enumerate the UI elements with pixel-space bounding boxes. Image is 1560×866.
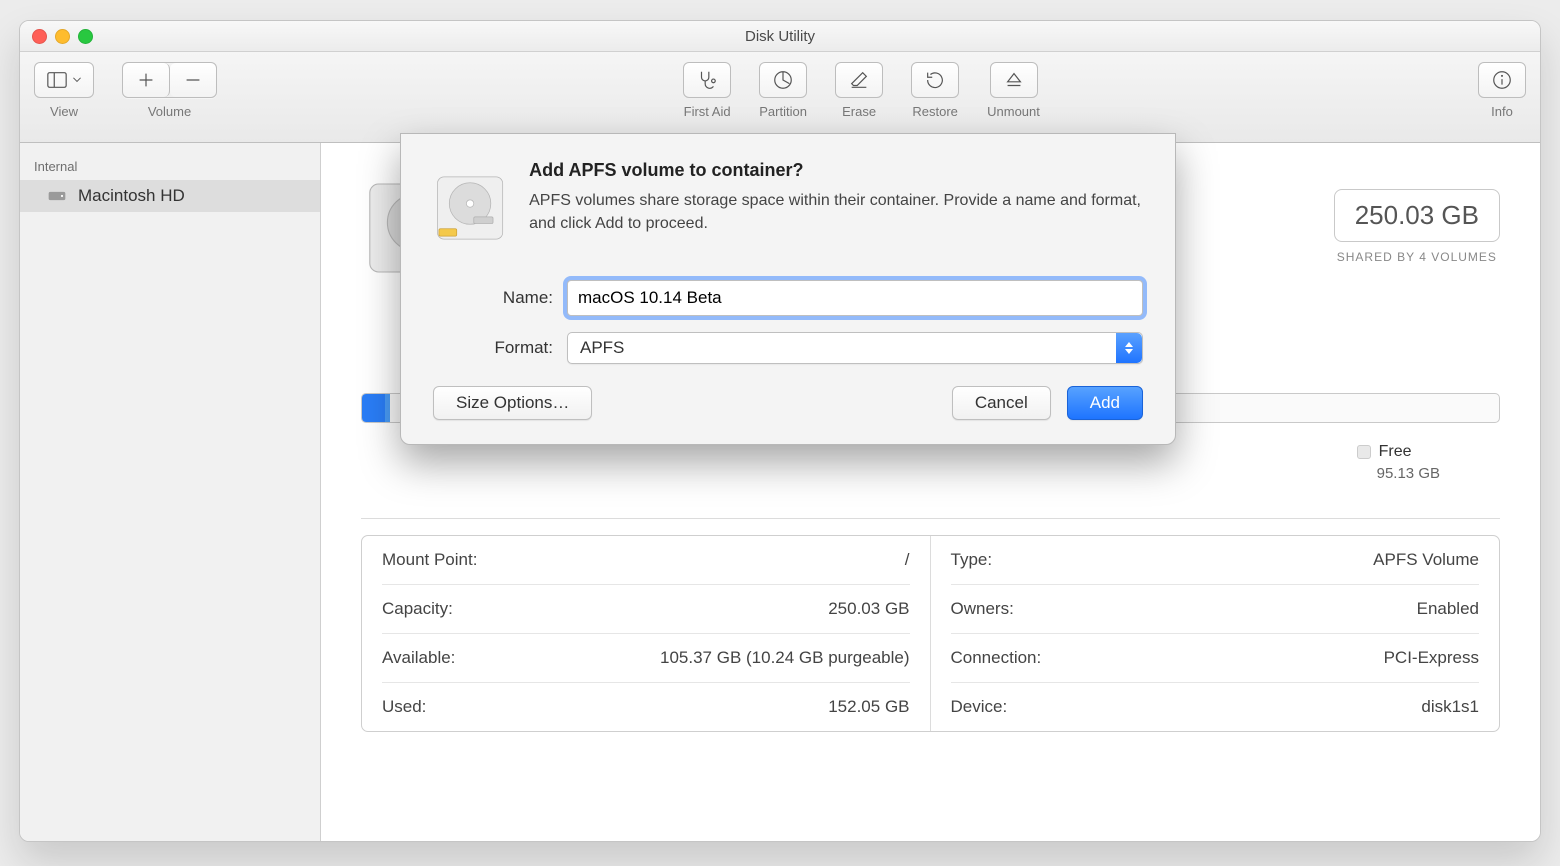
partition-button[interactable] bbox=[759, 62, 807, 98]
minus-icon bbox=[182, 69, 204, 91]
add-volume-sheet: Add APFS volume to container? APFS volum… bbox=[400, 133, 1176, 445]
unmount-button[interactable] bbox=[990, 62, 1038, 98]
size-options-button[interactable]: Size Options… bbox=[433, 386, 592, 420]
detail-row: Mount Point:/ bbox=[382, 536, 910, 585]
window-title: Disk Utility bbox=[20, 28, 1540, 45]
first-aid-button[interactable] bbox=[683, 62, 731, 98]
detail-row: Device:disk1s1 bbox=[951, 683, 1480, 731]
erase-button[interactable] bbox=[835, 62, 883, 98]
view-button[interactable] bbox=[34, 62, 94, 98]
restore-icon bbox=[924, 69, 946, 91]
legend-label-free: Free bbox=[1379, 443, 1412, 461]
add-volume-button[interactable] bbox=[123, 63, 170, 97]
detail-row: Connection:PCI-Express bbox=[951, 634, 1480, 683]
erase-label: Erase bbox=[842, 104, 876, 119]
usage-legend: Free 95.13 GB bbox=[361, 443, 1500, 482]
sheet-description: APFS volumes share storage space within … bbox=[529, 189, 1143, 235]
sidebar-item-label: Macintosh HD bbox=[78, 186, 185, 206]
stethoscope-icon bbox=[696, 69, 718, 91]
name-label: Name: bbox=[433, 288, 553, 308]
hard-drive-hero-icon bbox=[433, 160, 507, 256]
plus-icon bbox=[135, 69, 157, 91]
restore-button[interactable] bbox=[911, 62, 959, 98]
sidebar: Internal Macintosh HD bbox=[20, 143, 321, 842]
sidebar-toggle-icon bbox=[46, 69, 68, 91]
capacity-subtitle: SHARED BY 4 VOLUMES bbox=[1334, 250, 1500, 264]
hard-drive-icon bbox=[46, 186, 68, 206]
partition-label: Partition bbox=[759, 104, 807, 119]
detail-row: Type:APFS Volume bbox=[951, 536, 1480, 585]
usage-segment-other bbox=[385, 394, 391, 422]
app-window: Disk Utility View Volume First Aid bbox=[19, 20, 1541, 842]
legend-item-free: Free 95.13 GB bbox=[1357, 443, 1440, 482]
cancel-button[interactable]: Cancel bbox=[952, 386, 1051, 420]
updown-caret-icon bbox=[1116, 333, 1142, 363]
zoom-window-button[interactable] bbox=[78, 29, 93, 44]
close-window-button[interactable] bbox=[32, 29, 47, 44]
titlebar: Disk Utility bbox=[20, 21, 1540, 52]
format-label: Format: bbox=[433, 338, 553, 358]
sheet-title: Add APFS volume to container? bbox=[529, 160, 1143, 181]
toolbar: View Volume First Aid Partition Erase bbox=[20, 52, 1540, 143]
volume-name-input[interactable] bbox=[567, 280, 1143, 316]
sidebar-item-macintosh-hd[interactable]: Macintosh HD bbox=[20, 180, 320, 212]
info-icon bbox=[1491, 69, 1513, 91]
format-select[interactable]: APFS bbox=[567, 332, 1143, 364]
detail-grid: Mount Point:/ Capacity:250.03 GB Availab… bbox=[361, 535, 1500, 732]
detail-row: Owners:Enabled bbox=[951, 585, 1480, 634]
separator bbox=[361, 518, 1500, 519]
eraser-icon bbox=[848, 69, 870, 91]
restore-label: Restore bbox=[912, 104, 958, 119]
add-button[interactable]: Add bbox=[1067, 386, 1143, 420]
usage-segment-used bbox=[362, 394, 385, 422]
detail-row: Used:152.05 GB bbox=[382, 683, 910, 731]
sidebar-section-internal: Internal bbox=[20, 153, 320, 180]
legend-swatch-free bbox=[1357, 445, 1371, 459]
capacity-box: 250.03 GB SHARED BY 4 VOLUMES bbox=[1334, 189, 1500, 264]
detail-row: Available:105.37 GB (10.24 GB purgeable) bbox=[382, 634, 910, 683]
eject-icon bbox=[1003, 69, 1025, 91]
view-label: View bbox=[50, 104, 78, 119]
first-aid-label: First Aid bbox=[684, 104, 731, 119]
unmount-label: Unmount bbox=[987, 104, 1040, 119]
pie-icon bbox=[772, 69, 794, 91]
detail-row: Capacity:250.03 GB bbox=[382, 585, 910, 634]
minimize-window-button[interactable] bbox=[55, 29, 70, 44]
volume-segment bbox=[122, 62, 217, 98]
legend-value-free: 95.13 GB bbox=[1377, 465, 1440, 482]
info-button[interactable] bbox=[1478, 62, 1526, 98]
remove-volume-button[interactable] bbox=[170, 63, 216, 97]
info-label: Info bbox=[1491, 104, 1513, 119]
chevron-down-icon bbox=[72, 75, 82, 85]
capacity-value: 250.03 GB bbox=[1334, 189, 1500, 242]
volume-label: Volume bbox=[148, 104, 191, 119]
